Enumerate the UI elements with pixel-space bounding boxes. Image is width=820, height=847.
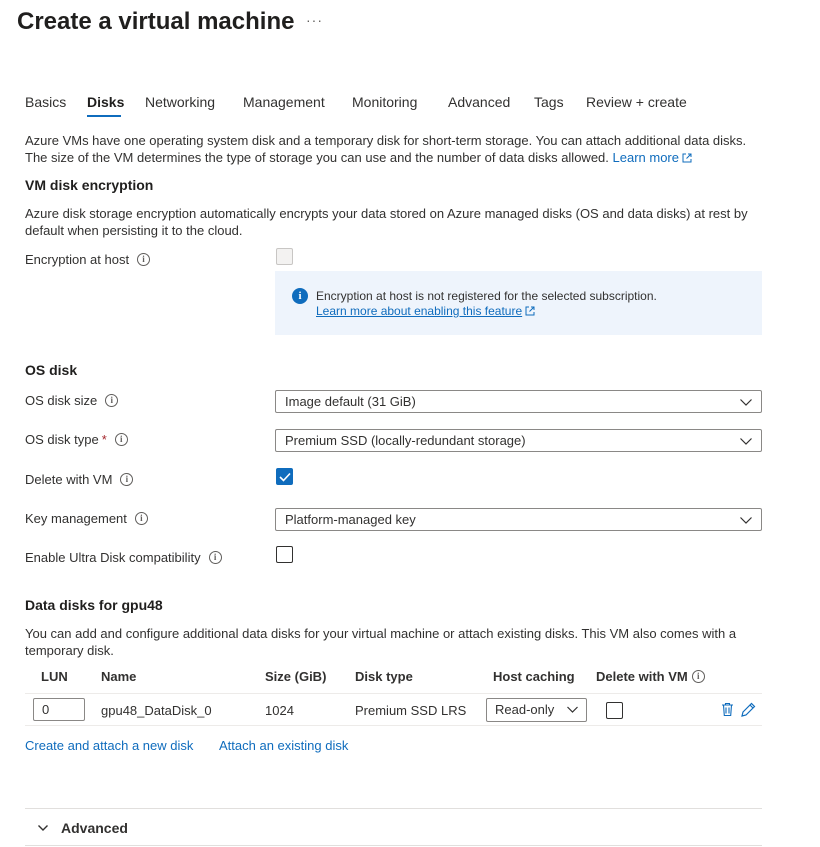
column-header-lun: LUN: [41, 669, 68, 684]
tab-management[interactable]: Management: [243, 94, 325, 110]
advanced-bottom-divider: [25, 845, 762, 846]
chevron-down-icon: [38, 825, 48, 831]
data-disk-name: gpu48_DataDisk_0: [101, 703, 212, 718]
intro-line-2: The size of the VM determines the type o…: [25, 149, 765, 166]
pencil-icon[interactable]: [740, 702, 756, 718]
encryption-desc-line-2: default when persisting it to the cloud.: [25, 223, 243, 238]
attach-existing-disk-link[interactable]: Attach an existing disk: [219, 738, 348, 753]
info-icon[interactable]: i: [137, 253, 151, 266]
column-header-name: Name: [101, 669, 137, 684]
advanced-section-toggle[interactable]: Advanced: [37, 820, 128, 836]
info-icon[interactable]: i: [208, 551, 222, 564]
data-disk-type: Premium SSD LRS: [355, 703, 467, 718]
more-icon[interactable]: ···: [306, 12, 323, 28]
create-attach-disk-link[interactable]: Create and attach a new disk: [25, 738, 193, 753]
key-management-select[interactable]: Platform-managed key: [275, 508, 762, 531]
column-header-host-caching: Host caching: [493, 669, 575, 684]
encryption-at-host-label: Encryption at host i: [25, 252, 151, 267]
data-disks-heading: Data disks for gpu48: [25, 597, 163, 613]
encryption-at-host-text: Encryption at host: [25, 252, 130, 267]
os-disk-type-text: OS disk type: [25, 432, 99, 447]
required-marker: *: [101, 432, 107, 447]
tab-advanced[interactable]: Advanced: [448, 94, 510, 110]
enable-feature-link-label: Learn more about enabling this feature: [316, 304, 523, 318]
encryption-desc-line-1: Azure disk storage encryption automatica…: [25, 206, 748, 221]
tab-basics[interactable]: Basics: [25, 94, 66, 110]
chevron-down-icon: [740, 438, 752, 445]
learn-more-link[interactable]: Learn more: [613, 150, 692, 165]
tab-networking[interactable]: Networking: [145, 94, 215, 110]
os-disk-type-value: Premium SSD (locally-redundant storage): [285, 433, 526, 448]
encryption-info-message: Encryption at host is not registered for…: [316, 289, 657, 303]
delete-with-vm-checkbox[interactable]: [276, 468, 293, 485]
os-disk-size-text: OS disk size: [25, 393, 98, 408]
host-caching-value: Read-only: [495, 702, 555, 717]
ultra-disk-label: Enable Ultra Disk compatibility i: [25, 550, 222, 565]
os-disk-type-label: OS disk type * i: [25, 432, 128, 447]
column-header-size: Size (GiB): [265, 669, 327, 684]
os-disk-size-label: OS disk size i: [25, 393, 119, 408]
info-icon[interactable]: i: [105, 394, 119, 407]
checkmark-icon: [278, 472, 291, 482]
page-title: Create a virtual machine: [17, 8, 295, 35]
intro-line-1: Azure VMs have one operating system disk…: [25, 133, 747, 148]
host-caching-select[interactable]: Read-only: [486, 698, 587, 722]
chevron-down-icon: [740, 517, 752, 524]
info-icon[interactable]: i: [114, 433, 128, 446]
encryption-description: Azure disk storage encryption automatica…: [25, 205, 765, 239]
info-icon[interactable]: i: [134, 512, 148, 525]
tab-review-create[interactable]: Review + create: [586, 94, 687, 110]
os-disk-size-select[interactable]: Image default (31 GiB): [275, 390, 762, 413]
delete-with-vm-label: Delete with VM i: [25, 472, 134, 487]
table-row-divider: [25, 725, 762, 726]
os-disk-size-value: Image default (31 GiB): [285, 394, 416, 409]
encryption-at-host-checkbox[interactable]: [276, 248, 293, 265]
external-link-icon: [682, 153, 692, 163]
ultra-disk-text: Enable Ultra Disk compatibility: [25, 550, 201, 565]
chevron-down-icon: [740, 399, 752, 406]
info-icon[interactable]: i: [120, 473, 134, 486]
data-disks-description: You can add and configure additional dat…: [25, 625, 765, 659]
data-disks-desc-line-1: You can add and configure additional dat…: [25, 626, 737, 641]
enable-feature-link[interactable]: Learn more about enabling this feature: [316, 304, 535, 318]
data-disks-desc-line-2: temporary disk.: [25, 643, 114, 658]
intro-text: Azure VMs have one operating system disk…: [25, 132, 765, 166]
key-management-text: Key management: [25, 511, 127, 526]
column-header-disk-type: Disk type: [355, 669, 413, 684]
column-header-delete-with-vm: Delete with VM i: [596, 669, 705, 684]
delete-with-vm-text: Delete with VM: [25, 472, 113, 487]
active-tab-indicator: [87, 115, 121, 117]
advanced-section-label: Advanced: [61, 820, 128, 836]
trash-icon[interactable]: [721, 702, 734, 717]
os-disk-type-select[interactable]: Premium SSD (locally-redundant storage): [275, 429, 762, 452]
encryption-info-banner: i Encryption at host is not registered f…: [275, 271, 762, 335]
os-disk-heading: OS disk: [25, 362, 78, 378]
learn-more-label: Learn more: [612, 150, 679, 165]
key-management-label: Key management i: [25, 511, 148, 526]
advanced-top-divider: [25, 808, 762, 809]
data-disk-delete-with-vm-checkbox[interactable]: [606, 702, 623, 719]
tab-tags[interactable]: Tags: [534, 94, 564, 110]
external-link-icon: [525, 306, 535, 316]
tab-monitoring[interactable]: Monitoring: [352, 94, 417, 110]
lun-input[interactable]: [33, 698, 85, 721]
encryption-heading: VM disk encryption: [25, 177, 154, 193]
info-icon[interactable]: i: [691, 670, 705, 683]
key-management-value: Platform-managed key: [285, 512, 416, 527]
info-filled-icon: i: [292, 288, 308, 304]
chevron-down-icon: [567, 706, 578, 713]
ultra-disk-checkbox[interactable]: [276, 546, 293, 563]
data-disk-size: 1024: [265, 703, 294, 718]
column-header-delete-text: Delete with VM: [596, 669, 688, 684]
intro-line-2-text: The size of the VM determines the type o…: [25, 150, 609, 165]
tab-disks[interactable]: Disks: [87, 94, 124, 110]
table-header-divider: [25, 693, 762, 694]
